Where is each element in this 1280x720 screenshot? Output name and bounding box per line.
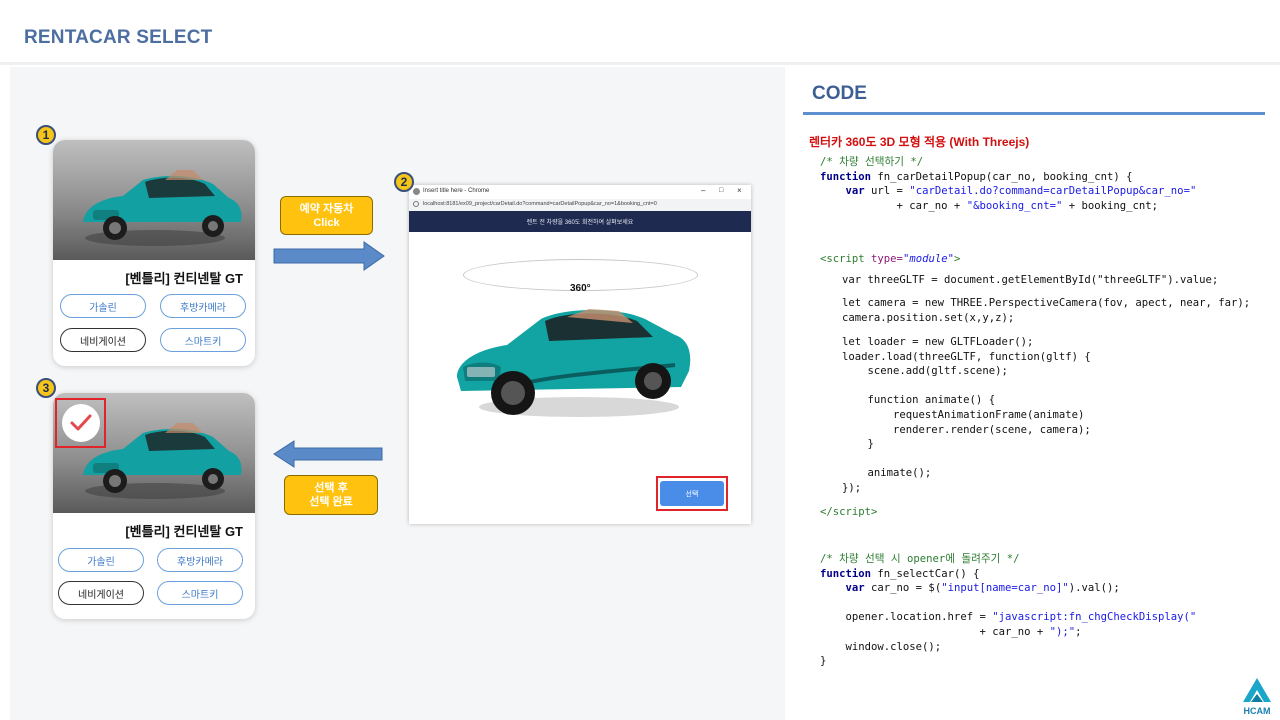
code-block-loader: let loader = new GLTFLoader(); loader.lo… <box>842 336 1091 494</box>
detail-popup-window: Insert title here - Chrome – □ × localho… <box>409 185 751 524</box>
car-card-selected[interactable]: [벤틀리] 컨티넨탈 GT 가솔린 후방카메라 네비게이션 스마트키 <box>53 393 255 619</box>
code-title: CODE <box>812 83 867 104</box>
option-navigation: 네비게이션 <box>60 328 146 352</box>
check-icon <box>70 414 92 431</box>
url-text: localhost:8181/ex09_project/carDetail.do… <box>423 201 657 207</box>
select-button[interactable]: 선택 <box>660 481 724 506</box>
rotation-degree: 360° <box>570 283 591 294</box>
code-block-three: <script type="module"> <box>820 253 961 265</box>
close-icon[interactable]: × <box>737 186 742 195</box>
check-circle[interactable] <box>62 404 100 442</box>
window-title: Insert title here - Chrome <box>423 188 490 194</box>
arrow-left-icon <box>273 440 383 468</box>
logo-text: HCAM <box>1244 706 1271 716</box>
code-block-three-body: var threeGLTF = document.getElementById(… <box>842 274 1219 286</box>
option-smart-key: 스마트키 <box>160 328 246 352</box>
maximize-icon[interactable]: □ <box>719 187 723 194</box>
option-rear-camera: 후방카메라 <box>157 548 243 572</box>
done-callout-line1: 선택 후 <box>314 482 348 494</box>
code-title-underline <box>803 112 1265 115</box>
reserve-callout: 예약 자동차 Click <box>280 196 373 235</box>
code-block-camera: let camera = new THREE.PerspectiveCamera… <box>842 297 1251 324</box>
code-block-select: /* 차량 선택 시 opener에 돌려주기 */ function fn_s… <box>820 553 1197 668</box>
car-photo <box>53 140 255 260</box>
reserve-callout-line2: Click <box>313 216 340 229</box>
window-titlebar: Insert title here - Chrome – □ × <box>409 185 751 200</box>
option-gasoline: 가솔린 <box>58 548 144 572</box>
option-rear-camera: 후방카메라 <box>160 294 246 318</box>
code-block-script-end: </script> <box>820 506 878 518</box>
reserve-callout-line1: 예약 자동차 <box>299 202 354 215</box>
step-badge-2: 2 <box>394 172 414 192</box>
banner-text: 렌트 전 차량을 360도 회전하여 살펴보세요 <box>526 220 634 226</box>
step-badge-1: 1 <box>36 125 56 145</box>
info-icon <box>413 201 419 207</box>
option-gasoline: 가솔린 <box>60 294 146 318</box>
code-subtitle: 렌터카 360도 3D 모형 적용 (With Threejs) <box>809 135 1030 149</box>
chrome-icon <box>413 188 420 195</box>
car-name: [벤틀리] 컨티넨탈 GT <box>125 524 243 539</box>
car-card-before[interactable]: [벤틀리] 컨티넨탈 GT 가솔린 후방카메라 네비게이션 스마트키 <box>53 140 255 366</box>
page-title: RENTACAR SELECT <box>24 27 213 48</box>
done-callout: 선택 후 선택 완료 <box>284 475 378 515</box>
code-block-popup: /* 차량 선택하기 */ function fn_carDetailPopup… <box>820 156 1197 212</box>
option-smart-key: 스마트키 <box>157 581 243 605</box>
done-callout-line2: 선택 완료 <box>309 496 353 508</box>
header-divider <box>0 62 1280 65</box>
arrow-right-icon <box>273 241 385 271</box>
address-bar[interactable]: localhost:8181/ex09_project/carDetail.do… <box>409 199 751 211</box>
hcam-logo: HCAM <box>1243 678 1271 716</box>
option-navigation: 네비게이션 <box>58 581 144 605</box>
car-3d-model[interactable] <box>449 295 699 425</box>
car-image <box>83 170 242 246</box>
step-badge-3: 3 <box>36 378 56 398</box>
car-name: [벤틀리] 컨티넨탈 GT <box>125 271 243 286</box>
popup-banner: 렌트 전 차량을 360도 회전하여 살펴보세요 <box>409 211 751 232</box>
minimize-icon[interactable]: – <box>701 186 705 195</box>
